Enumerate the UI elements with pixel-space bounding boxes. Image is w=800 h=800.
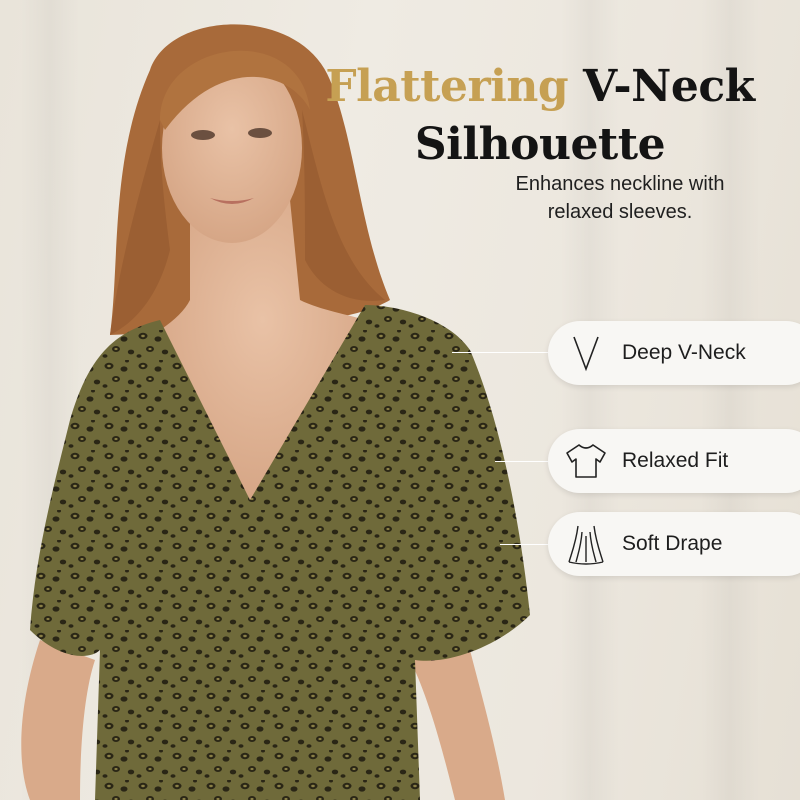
right-arm bbox=[410, 650, 505, 800]
feature-label: Soft Drape bbox=[622, 532, 723, 555]
headline-accent: Flattering bbox=[325, 61, 569, 112]
eye bbox=[191, 130, 215, 140]
t-shirt-icon bbox=[562, 437, 610, 485]
feature-relaxed-fit: Relaxed Fit bbox=[548, 429, 800, 493]
subheading-line2: relaxed sleeves. bbox=[547, 201, 693, 223]
connector-line bbox=[452, 352, 548, 353]
connector-line bbox=[500, 544, 548, 545]
subheading-line1: Enhances neckline with bbox=[515, 173, 725, 195]
eye bbox=[248, 128, 272, 138]
feature-label: Relaxed Fit bbox=[622, 449, 729, 472]
headline-line1: V-Neck bbox=[582, 61, 755, 112]
feature-label: Deep V-Neck bbox=[622, 341, 746, 364]
drape-icon bbox=[562, 520, 610, 568]
feature-soft-drape: Soft Drape bbox=[548, 512, 800, 576]
left-arm bbox=[21, 640, 95, 800]
feature-deep-v-neck: Deep V-Neck bbox=[548, 321, 800, 385]
headline: Flattering V-Neck Silhouette bbox=[300, 58, 780, 174]
connector-line bbox=[495, 461, 548, 462]
v-neck-icon bbox=[562, 329, 610, 377]
subheading: Enhances neckline with relaxed sleeves. bbox=[470, 170, 770, 226]
headline-line2: Silhouette bbox=[414, 119, 666, 170]
